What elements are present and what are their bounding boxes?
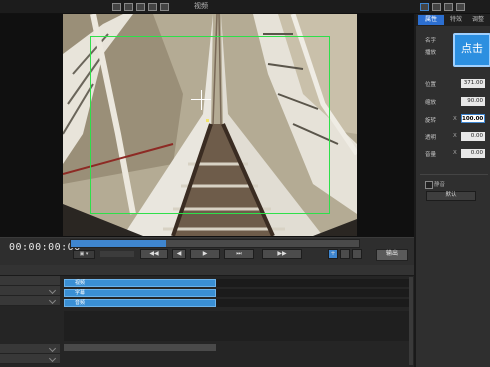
- horizontal-scrollbar[interactable]: [64, 344, 216, 351]
- divider: [420, 174, 488, 175]
- output-button[interactable]: 输出: [376, 249, 408, 261]
- position-input[interactable]: 371.00: [461, 79, 485, 88]
- play-button[interactable]: ▶: [190, 249, 220, 259]
- help-icon[interactable]: [432, 3, 441, 11]
- scrub-bar[interactable]: [70, 239, 360, 248]
- split-icon[interactable]: [352, 249, 362, 259]
- track-header[interactable]: [0, 344, 60, 354]
- field-label: 缩放: [425, 100, 437, 106]
- chevron-down-icon[interactable]: [48, 354, 57, 363]
- next-button[interactable]: ⏭: [224, 249, 254, 259]
- field-label: 旋转: [425, 118, 437, 124]
- field-label: 音量: [425, 152, 437, 158]
- axis-label: X: [453, 150, 457, 156]
- track-header[interactable]: [0, 286, 60, 296]
- copy-icon[interactable]: [124, 3, 133, 11]
- panel-tabs: 属性 特效 调整: [416, 14, 490, 26]
- chevron-down-icon[interactable]: [48, 286, 57, 295]
- scale-input[interactable]: 90.00: [461, 97, 485, 106]
- mute-checkbox[interactable]: [425, 181, 433, 189]
- fast-forward-button[interactable]: ▶▶: [262, 249, 302, 259]
- clip-video[interactable]: 视频: [64, 279, 216, 287]
- track-header[interactable]: [0, 276, 60, 286]
- play-label: 播放: [425, 50, 437, 56]
- paste-icon[interactable]: [136, 3, 145, 11]
- properties-panel: 属性 特效 调整 名字 播放 点击 位置 371.00 缩放 90.00 旋转 …: [414, 14, 490, 367]
- video-frame[interactable]: [63, 14, 357, 236]
- track-header[interactable]: [0, 354, 60, 364]
- scrub-progress: [71, 240, 167, 247]
- axis-label: X: [453, 133, 457, 139]
- crosshair-v: [201, 90, 202, 110]
- tab-properties[interactable]: 属性: [418, 15, 444, 25]
- add-button[interactable]: +: [328, 249, 338, 259]
- field-label: 透明: [425, 135, 437, 141]
- close-icon[interactable]: [456, 3, 465, 11]
- tab-adjust[interactable]: 调整: [468, 15, 488, 25]
- rewind-button[interactable]: ◀◀: [140, 249, 168, 259]
- vertical-scrollbar[interactable]: [409, 277, 413, 365]
- mode-select[interactable]: 默认: [426, 191, 476, 201]
- mute-label: 静音: [434, 182, 446, 188]
- settings-icon[interactable]: [420, 3, 429, 11]
- track-header[interactable]: [0, 296, 60, 306]
- safe-area-frame[interactable]: [90, 36, 330, 214]
- redo-icon[interactable]: [160, 3, 169, 11]
- timeline-panel: 视频 字幕 音频: [0, 265, 414, 367]
- clip-audio[interactable]: 音频: [64, 299, 216, 307]
- anchor-handle[interactable]: [206, 119, 209, 122]
- volume-input[interactable]: 0.00: [461, 149, 485, 158]
- field-label: 位置: [425, 82, 437, 88]
- marker-icon[interactable]: [340, 249, 350, 259]
- opacity-input[interactable]: 0.00: [461, 132, 485, 141]
- prev-frame-button[interactable]: ◀: [172, 249, 186, 259]
- name-label: 名字: [425, 38, 437, 44]
- empty-tracks: [64, 311, 409, 341]
- clip-subtitle[interactable]: 字幕: [64, 289, 216, 297]
- menu-label[interactable]: 视频: [194, 1, 208, 11]
- chevron-down-icon[interactable]: [48, 344, 57, 353]
- axis-label: X: [453, 116, 457, 122]
- undo-icon[interactable]: [148, 3, 157, 11]
- chevron-down-icon[interactable]: [48, 296, 57, 305]
- info-icon[interactable]: [444, 3, 453, 11]
- rotation-input[interactable]: 100.00: [461, 114, 485, 123]
- top-toolbar: 视频: [0, 0, 490, 14]
- zoom-dropdown[interactable]: ▣ ▾: [73, 250, 95, 259]
- click-button[interactable]: 点击: [453, 33, 490, 67]
- transport-bar: 00:00:00:00 ▣ ▾ ◀◀ ◀ ▶ ⏭ ▶▶ + 输出: [0, 237, 414, 265]
- speed-slider[interactable]: [100, 251, 134, 257]
- timeline-ruler[interactable]: [0, 265, 414, 276]
- tab-effects[interactable]: 特效: [446, 15, 466, 25]
- cut-icon[interactable]: [112, 3, 121, 11]
